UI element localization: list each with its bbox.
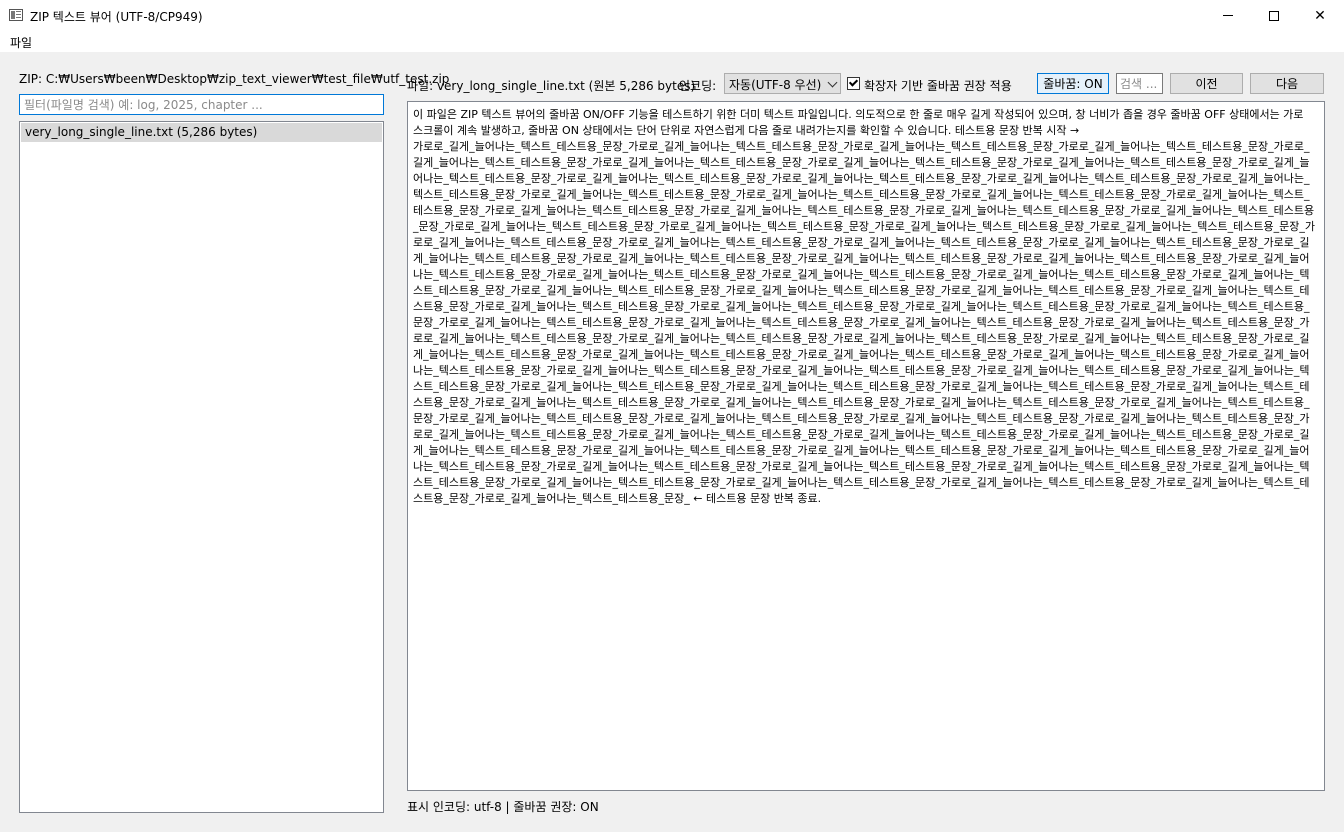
zip-path-label: ZIP: C:₩Users₩been₩Desktop₩zip_text_view… xyxy=(19,72,450,86)
menu-bar: 파일 xyxy=(0,31,1344,52)
file-list[interactable]: very_long_single_line.txt (5,286 bytes) xyxy=(19,121,384,813)
chevron-down-icon xyxy=(827,77,838,88)
next-button[interactable]: 다음 xyxy=(1250,73,1324,94)
text-outro: ← 테스트용 문장 반복 종료. xyxy=(693,492,822,505)
file-list-item[interactable]: very_long_single_line.txt (5,286 bytes) xyxy=(21,123,382,142)
search-input[interactable] xyxy=(1116,73,1163,94)
prev-button[interactable]: 이전 xyxy=(1170,73,1243,94)
title-bar: ZIP 텍스트 뷰어 (UTF-8/CP949) ✕ xyxy=(0,0,1344,31)
encoding-selected-value: 자동(UTF-8 우선) xyxy=(729,78,822,92)
file-info-label: 파일: very_long_single_line.txt (원본 5,286 … xyxy=(407,79,696,93)
ext-wrap-checkbox[interactable] xyxy=(847,77,860,90)
close-icon: ✕ xyxy=(1314,7,1326,24)
close-button[interactable]: ✕ xyxy=(1297,0,1343,31)
text-content: 이 파일은 ZIP 텍스트 뷰어의 줄바꿈 ON/OFF 기능을 테스트하기 위… xyxy=(413,107,1316,507)
filter-input[interactable] xyxy=(19,94,384,115)
text-repeat-body: 가로로_길게_늘어나는_텍스트_테스트용_문장_가로로_길게_늘어나는_텍스트_… xyxy=(413,140,1315,505)
minimize-icon xyxy=(1223,15,1233,16)
ext-wrap-label[interactable]: 확장자 기반 줄바꿈 권장 적용 xyxy=(864,77,1012,94)
checkmark-icon xyxy=(848,77,859,87)
text-intro: 이 파일은 ZIP 텍스트 뷰어의 줄바꿈 ON/OFF 기능을 테스트하기 위… xyxy=(413,108,1307,137)
encoding-label: 인코딩: xyxy=(679,79,717,93)
wrap-toggle-button[interactable]: 줄바꿈: ON xyxy=(1037,73,1109,94)
window-title: ZIP 텍스트 뷰어 (UTF-8/CP949) xyxy=(30,10,203,24)
app-icon xyxy=(9,9,23,21)
maximize-icon xyxy=(1269,10,1279,21)
maximize-button[interactable] xyxy=(1251,0,1297,31)
status-bar: 표시 인코딩: utf-8 | 줄바꿈 권장: ON xyxy=(407,800,599,814)
text-viewer[interactable]: 이 파일은 ZIP 텍스트 뷰어의 줄바꿈 ON/OFF 기능을 테스트하기 위… xyxy=(407,101,1325,791)
minimize-button[interactable] xyxy=(1205,0,1251,31)
menu-file[interactable]: 파일 xyxy=(10,34,32,51)
encoding-select[interactable]: 자동(UTF-8 우선) xyxy=(724,73,841,94)
